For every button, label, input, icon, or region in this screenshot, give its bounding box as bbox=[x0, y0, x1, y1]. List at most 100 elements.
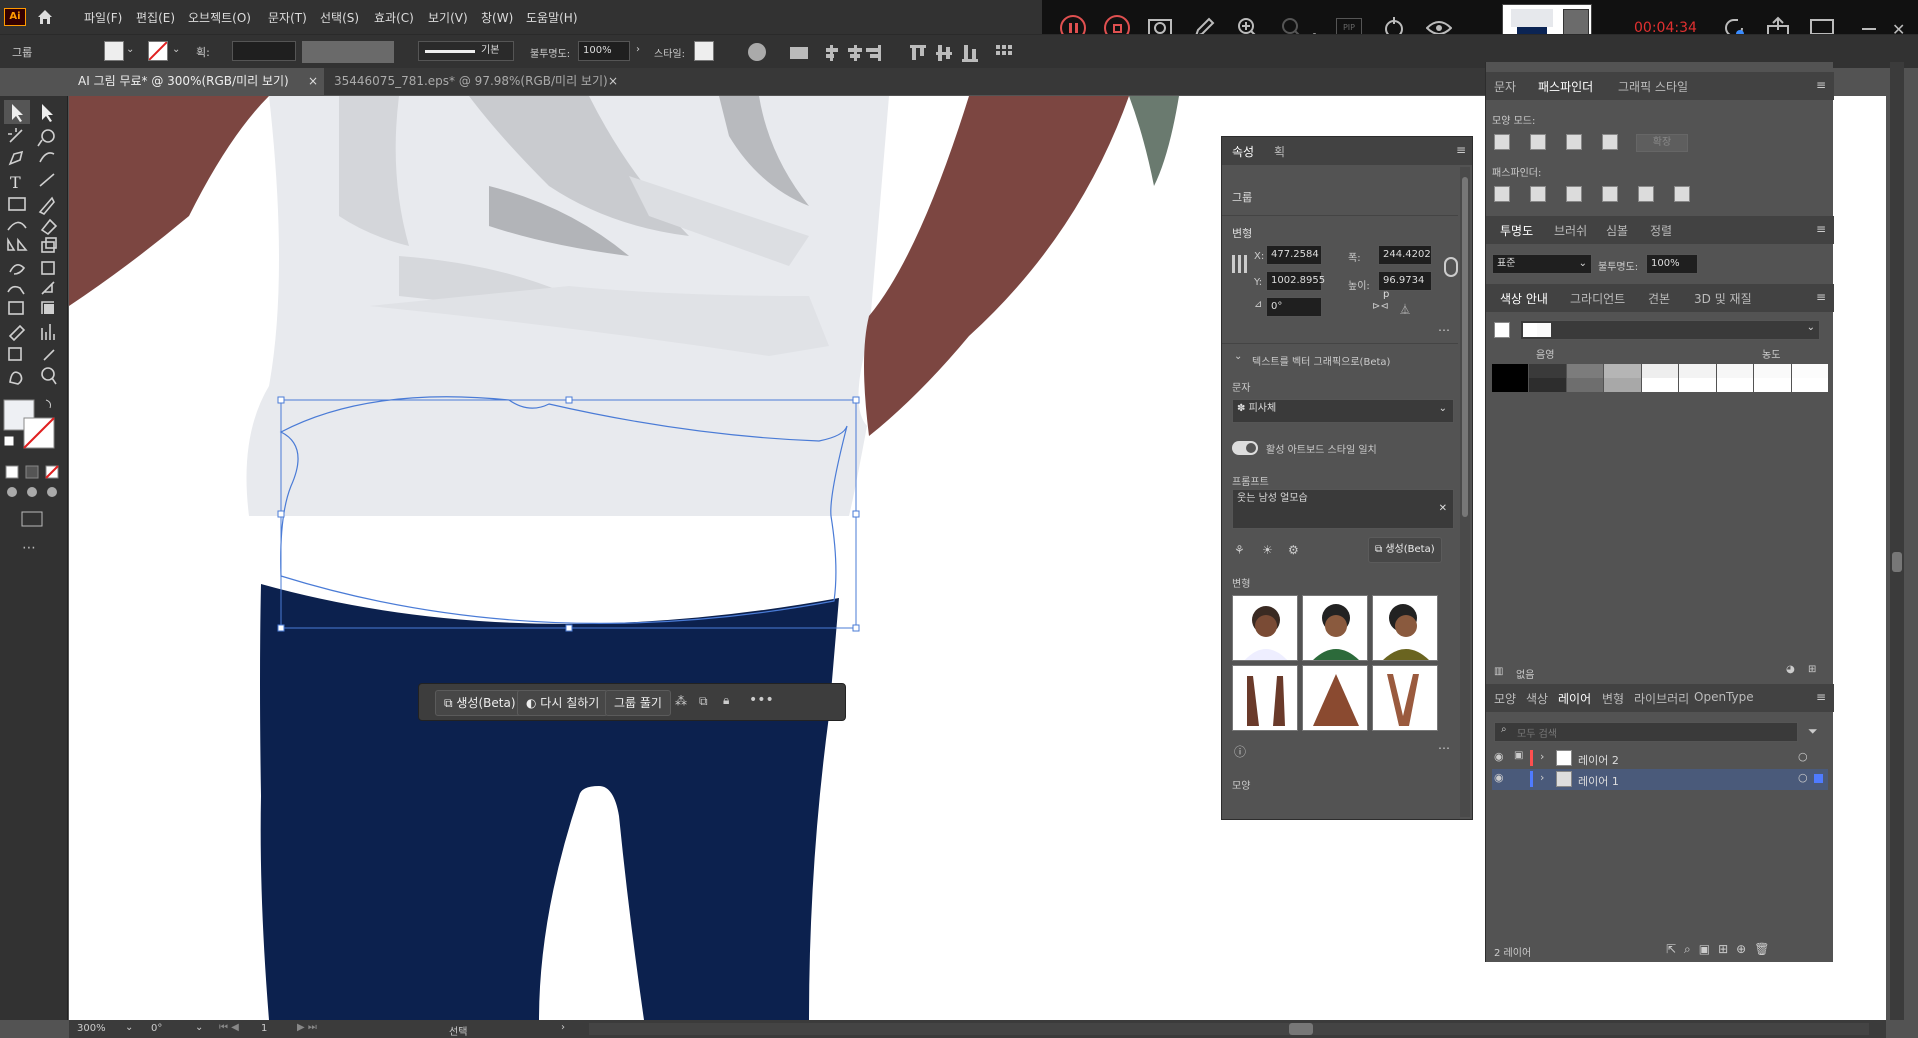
menu-file[interactable]: 파일(F) bbox=[84, 9, 122, 26]
tab-3d-materials[interactable]: 3D 및 재질 bbox=[1694, 290, 1752, 307]
panel-menu-icon[interactable]: ≡ bbox=[1816, 222, 1826, 236]
limit-colors-icon[interactable]: ▥ bbox=[1494, 666, 1503, 677]
variation-thumbnail[interactable] bbox=[1372, 665, 1438, 731]
zoom-field[interactable]: 300% bbox=[77, 1023, 106, 1034]
menu-help[interactable]: 도움말(H) bbox=[526, 9, 578, 26]
horizontal-scrollbar[interactable] bbox=[589, 1023, 1869, 1035]
brush-field[interactable]: 기본 bbox=[418, 41, 514, 61]
tab-layers[interactable]: 레이어 bbox=[1558, 690, 1591, 707]
idea-icon[interactable]: ☀︎ bbox=[1262, 543, 1273, 557]
menu-effect[interactable]: 효과(C) bbox=[374, 9, 414, 26]
crop-icon[interactable] bbox=[1602, 186, 1618, 202]
panel-menu-icon[interactable]: ≡ bbox=[1816, 78, 1826, 92]
style-picker-icon[interactable]: ⚘ bbox=[1234, 543, 1245, 557]
tab-ai-document[interactable]: AI 그림 무료* @ 300%(RGB/미리 보기) × bbox=[68, 68, 324, 95]
trim-icon[interactable] bbox=[1530, 186, 1546, 202]
chevron-down-icon[interactable]: ⌄ bbox=[1234, 351, 1242, 362]
artboard-number-field[interactable]: 1 bbox=[261, 1023, 267, 1034]
tab-properties[interactable]: 속성 bbox=[1232, 143, 1254, 160]
panel-menu-icon[interactable]: ≡ bbox=[1816, 690, 1826, 704]
panel-menu-icon[interactable]: ≡ bbox=[1456, 143, 1466, 157]
color-variation-swatch[interactable] bbox=[1529, 378, 1566, 392]
chevron-down-icon[interactable]: ⌄ bbox=[195, 1022, 203, 1033]
generate-beta-panel-button[interactable]: ⧉ 생성(Beta) bbox=[1368, 537, 1442, 563]
flip-horizontal-icon[interactable]: ⊳⊲ bbox=[1372, 301, 1389, 312]
tab-gradient[interactable]: 그라디언트 bbox=[1570, 290, 1625, 307]
color-variation-swatch[interactable] bbox=[1492, 378, 1529, 392]
color-variation-swatch[interactable] bbox=[1529, 364, 1566, 378]
recolor-button[interactable]: ◐ 다시 칠하기 bbox=[517, 690, 609, 716]
tab-color-guide[interactable]: 색상 안내 bbox=[1500, 290, 1548, 307]
color-variation-swatch[interactable] bbox=[1641, 364, 1679, 378]
color-variation-swatch[interactable] bbox=[1604, 364, 1641, 378]
fill-swatch[interactable] bbox=[104, 41, 124, 61]
color-variation-swatch[interactable] bbox=[1566, 364, 1604, 378]
minus-front-icon[interactable] bbox=[1530, 134, 1546, 150]
layer-row[interactable]: ◉ ▣ › 레이어 2 ○ bbox=[1492, 748, 1828, 769]
variation-thumbnail[interactable] bbox=[1232, 595, 1298, 661]
color-variation-swatch[interactable] bbox=[1754, 364, 1791, 378]
match-style-toggle[interactable] bbox=[1232, 441, 1258, 455]
menu-edit[interactable]: 편집(E) bbox=[136, 9, 175, 26]
style-swatch[interactable] bbox=[694, 41, 714, 61]
duplicate-icon[interactable]: ⧉ bbox=[699, 694, 708, 709]
height-field[interactable]: 96.9734 p bbox=[1378, 271, 1432, 300]
generate-beta-button[interactable]: ⧉ 생성(Beta) bbox=[435, 690, 525, 716]
stroke-swatch[interactable] bbox=[148, 41, 168, 61]
minus-back-icon[interactable] bbox=[1674, 186, 1690, 202]
color-variation-swatch[interactable] bbox=[1641, 378, 1679, 392]
chevron-down-icon[interactable]: ⌄ bbox=[126, 44, 134, 55]
color-variation-swatch[interactable] bbox=[1604, 378, 1641, 392]
variation-thumbnail[interactable] bbox=[1302, 595, 1368, 661]
link-icon[interactable] bbox=[1444, 257, 1458, 277]
outline-icon[interactable] bbox=[1638, 186, 1654, 202]
isolate-icon[interactable]: ⁂ bbox=[675, 694, 687, 708]
chevron-down-icon[interactable]: ⌄ bbox=[172, 44, 180, 55]
tab-graphic-styles[interactable]: 그래픽 스타일 bbox=[1618, 78, 1688, 95]
expand-arrow-icon[interactable]: › bbox=[1540, 750, 1544, 763]
harmony-rules-select[interactable]: ⌄ bbox=[1520, 320, 1820, 340]
transparency-opacity-field[interactable]: 100% bbox=[1646, 254, 1698, 274]
tab-transparency[interactable]: 투명도 bbox=[1500, 222, 1533, 239]
target-icon[interactable]: ○ bbox=[1798, 771, 1808, 784]
color-variation-swatch[interactable] bbox=[1679, 378, 1716, 392]
intersect-icon[interactable] bbox=[1566, 134, 1582, 150]
chevron-right-icon[interactable]: › bbox=[561, 1022, 565, 1033]
opacity-field[interactable]: 100% bbox=[578, 41, 630, 61]
lock-icon[interactable]: ▣ bbox=[1514, 750, 1523, 761]
layers-footer-icons[interactable]: ⇱⌕▣⊞⊕🗑︎ bbox=[1666, 942, 1777, 957]
color-variation-swatch[interactable] bbox=[1791, 364, 1828, 378]
expand-arrow-icon[interactable]: › bbox=[1540, 771, 1544, 784]
filter-icon[interactable]: ⏷ bbox=[1808, 724, 1818, 739]
tab-transform[interactable]: 변형 bbox=[1602, 690, 1624, 707]
prompt-input[interactable]: 웃는 남성 얼모습 ✕ bbox=[1232, 489, 1454, 529]
tab-brushes[interactable]: 브러쉬 bbox=[1554, 222, 1587, 239]
color-variation-swatch[interactable] bbox=[1679, 364, 1716, 378]
variable-width-field[interactable] bbox=[302, 41, 394, 63]
canvas-vertical-scrollbar[interactable] bbox=[1890, 62, 1904, 1020]
merge-icon[interactable] bbox=[1566, 186, 1582, 202]
angle-field[interactable]: 0° bbox=[1266, 297, 1322, 317]
globe-icon[interactable] bbox=[748, 43, 766, 61]
type-select[interactable]: ✽ 피사체 ⌄ bbox=[1232, 399, 1454, 423]
tab-eps-document[interactable]: 35446075_781.eps* @ 97.98%(RGB/미리 보기) × bbox=[324, 68, 624, 95]
divide-icon[interactable] bbox=[1494, 186, 1510, 202]
tools-grid[interactable]: T ⋯ bbox=[0, 96, 68, 616]
artboard-next-icons[interactable]: ▶ ⏭ bbox=[297, 1022, 317, 1033]
variation-thumbnail[interactable] bbox=[1232, 665, 1298, 731]
tab-pathfinder[interactable]: 패스파인더 bbox=[1538, 78, 1593, 95]
menu-select[interactable]: 선택(S) bbox=[320, 9, 359, 26]
more-options-icon[interactable]: ⋯ bbox=[1438, 323, 1450, 337]
close-tab-icon[interactable]: × bbox=[608, 68, 618, 95]
tab-align[interactable]: 정렬 bbox=[1650, 222, 1672, 239]
tab-libraries[interactable]: 라이브러리 bbox=[1634, 690, 1689, 707]
tab-color[interactable]: 색상 bbox=[1526, 690, 1548, 707]
align-icons[interactable] bbox=[790, 43, 1030, 63]
color-variation-swatch[interactable] bbox=[1754, 378, 1791, 392]
home-icon[interactable] bbox=[36, 8, 54, 26]
color-variation-swatch[interactable] bbox=[1791, 378, 1828, 392]
settings-icon[interactable]: ⚙︎ bbox=[1288, 543, 1299, 557]
color-variations-grid[interactable] bbox=[1492, 364, 1828, 392]
artboard-nav-icons[interactable]: ⏮ ◀ bbox=[219, 1022, 239, 1033]
ungroup-button[interactable]: 그룹 풀기 bbox=[605, 690, 671, 716]
